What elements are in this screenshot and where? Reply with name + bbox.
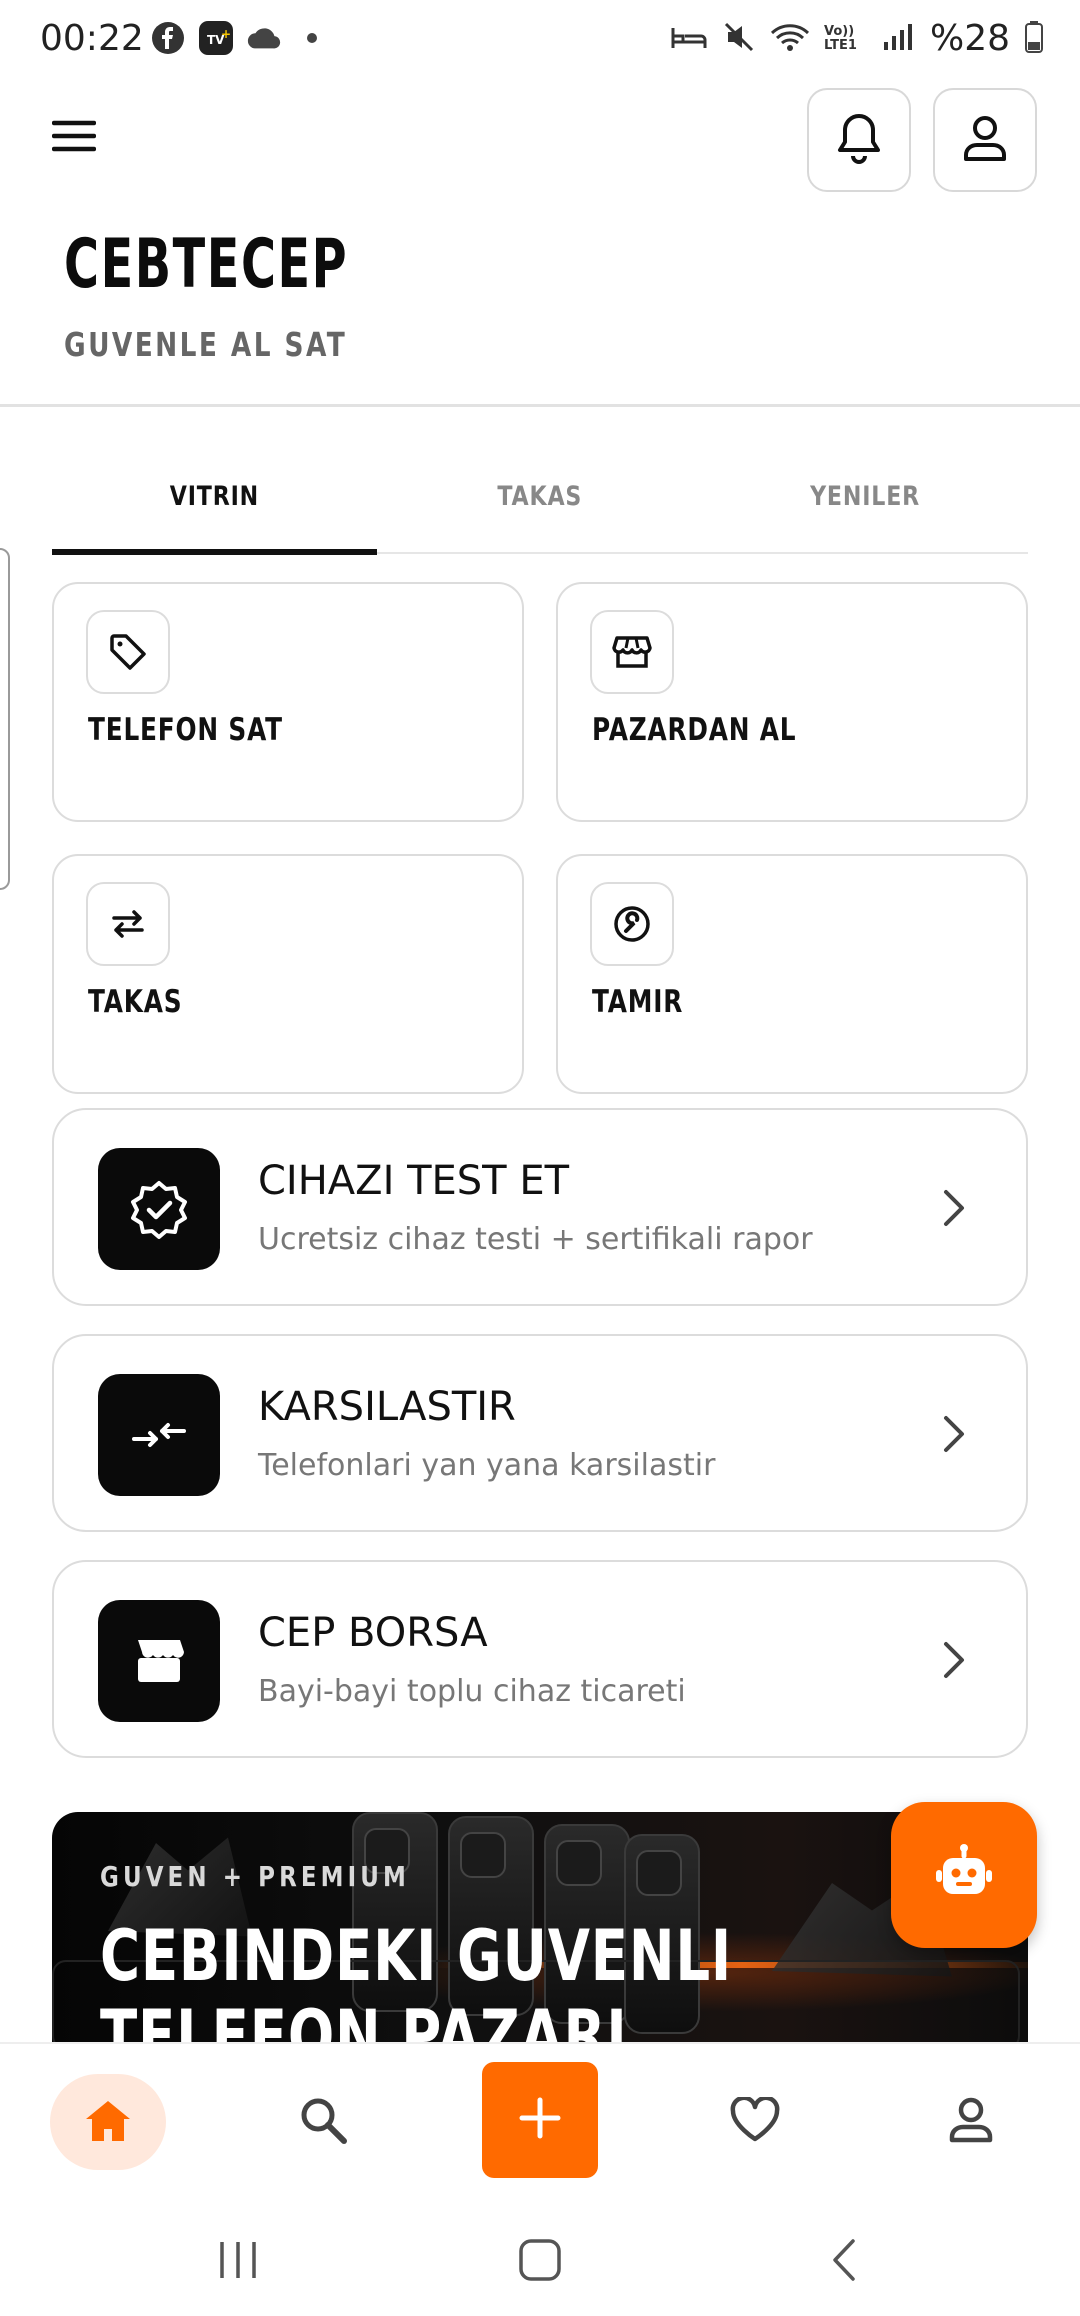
signal-icon	[882, 22, 916, 56]
banner-headline: CEBINDEKI GUVENLI TELEFON PAZARI	[100, 1916, 732, 2042]
swap-card[interactable]: TAKAS	[52, 854, 524, 1094]
cep-borsa-title: CEP BORSA	[258, 1610, 488, 1656]
search-icon	[298, 2095, 348, 2149]
dot-icon	[294, 20, 330, 56]
back-chevron-icon	[829, 2237, 859, 2287]
brand-tagline: GUVENLE AL SAT	[64, 325, 348, 364]
device-test-card[interactable]: CIHAZI TEST ET Ucretsiz cihaz testi + se…	[52, 1108, 1028, 1306]
nav-profile[interactable]	[913, 2074, 1029, 2170]
bottom-nav	[0, 2042, 1080, 2208]
banner-headline-line2: TELEFON PAZARI	[100, 1995, 628, 2042]
recent-apps-icon	[216, 2240, 260, 2284]
menu-button[interactable]	[46, 110, 102, 166]
brand-title: CEBTECEP	[64, 225, 349, 304]
store-icon	[98, 1600, 220, 1722]
side-drawer-handle[interactable]	[0, 548, 10, 890]
promo-banner[interactable]: GUVEN + PREMIUM CEBINDEKI GUVENLI TELEFO…	[52, 1812, 1028, 2042]
compare-subtitle: Telefonlari yan yana karsilastir	[258, 1448, 716, 1483]
heart-icon	[729, 2095, 781, 2147]
swap-label: TAKAS	[88, 984, 183, 1020]
plus-icon	[518, 2096, 562, 2144]
home-system-button[interactable]	[510, 2236, 570, 2288]
store-icon	[590, 610, 674, 694]
user-icon	[962, 113, 1008, 167]
sleep-icon	[670, 22, 708, 56]
compare-icon	[98, 1374, 220, 1496]
sell-phone-card[interactable]: TELEFON SAT	[52, 582, 524, 822]
banner-kicker: GUVEN + PREMIUM	[100, 1860, 410, 1893]
cloud-icon	[246, 20, 282, 56]
verified-badge-icon	[98, 1148, 220, 1270]
status-right-icons: Vo)) LTE1 %28	[670, 18, 1044, 59]
chevron-right-icon	[932, 1412, 976, 1456]
recent-apps-button[interactable]	[208, 2236, 268, 2288]
compare-title: KARSILASTIR	[258, 1384, 516, 1430]
cep-borsa-subtitle: Bayi-bayi toplu cihaz ticareti	[258, 1674, 686, 1709]
chevron-right-icon	[932, 1638, 976, 1682]
device-test-title: CIHAZI TEST ET	[258, 1158, 570, 1204]
back-button[interactable]	[814, 2236, 874, 2288]
nav-favorites[interactable]	[697, 2074, 813, 2170]
nav-home[interactable]	[50, 2074, 166, 2170]
header-divider	[0, 404, 1080, 407]
buy-market-card[interactable]: PAZARDAN AL	[556, 582, 1028, 822]
system-nav-bar	[0, 2208, 1080, 2316]
battery-icon	[1024, 20, 1044, 58]
menu-icon	[51, 119, 97, 157]
volte-icon: Vo)) LTE1	[823, 23, 857, 53]
wrench-icon	[590, 882, 674, 966]
tab-bar: VITRIN TAKAS YENILER	[52, 440, 1028, 555]
banner-headline-line1: CEBINDEKI GUVENLI	[100, 1915, 733, 1997]
robot-icon	[933, 1842, 995, 1908]
tab-vitrin[interactable]: VITRIN	[52, 440, 378, 555]
tag-icon	[86, 610, 170, 694]
notifications-button[interactable]	[807, 88, 911, 192]
swap-icon	[86, 882, 170, 966]
tv-plus-icon: TV +	[198, 20, 234, 56]
status-left-icons: TV +	[150, 20, 330, 56]
cep-borsa-card[interactable]: CEP BORSA Bayi-bayi toplu cihaz ticareti	[52, 1560, 1028, 1758]
account-button[interactable]	[933, 88, 1037, 192]
assistant-fab[interactable]	[891, 1802, 1037, 1948]
repair-label: TAMIR	[592, 984, 684, 1020]
sell-phone-label: TELEFON SAT	[88, 712, 283, 748]
wifi-icon	[770, 21, 810, 57]
chevron-right-icon	[932, 1186, 976, 1230]
device-test-subtitle: Ucretsiz cihaz testi + sertifikali rapor	[258, 1222, 813, 1257]
user-icon	[948, 2096, 994, 2148]
mute-icon	[722, 20, 756, 58]
compare-card[interactable]: KARSILASTIR Telefonlari yan yana karsila…	[52, 1334, 1028, 1532]
status-bar: 00:22 TV + Vo)) LTE1 %28	[0, 0, 1080, 80]
facebook-icon	[150, 20, 186, 56]
nav-search[interactable]	[265, 2074, 381, 2170]
home-square-icon	[518, 2238, 562, 2286]
buy-market-label: PAZARDAN AL	[592, 712, 797, 748]
svg-text:+: +	[221, 27, 231, 41]
status-time: 00:22	[40, 18, 144, 59]
repair-card[interactable]: TAMIR	[556, 854, 1028, 1094]
bell-icon	[836, 112, 882, 168]
tab-takas[interactable]: TAKAS	[377, 440, 702, 552]
home-icon	[84, 2097, 132, 2147]
tab-yeniler[interactable]: YENILER	[703, 440, 1028, 552]
battery-percent: %28	[929, 18, 1010, 59]
nav-add-listing[interactable]	[482, 2062, 598, 2178]
